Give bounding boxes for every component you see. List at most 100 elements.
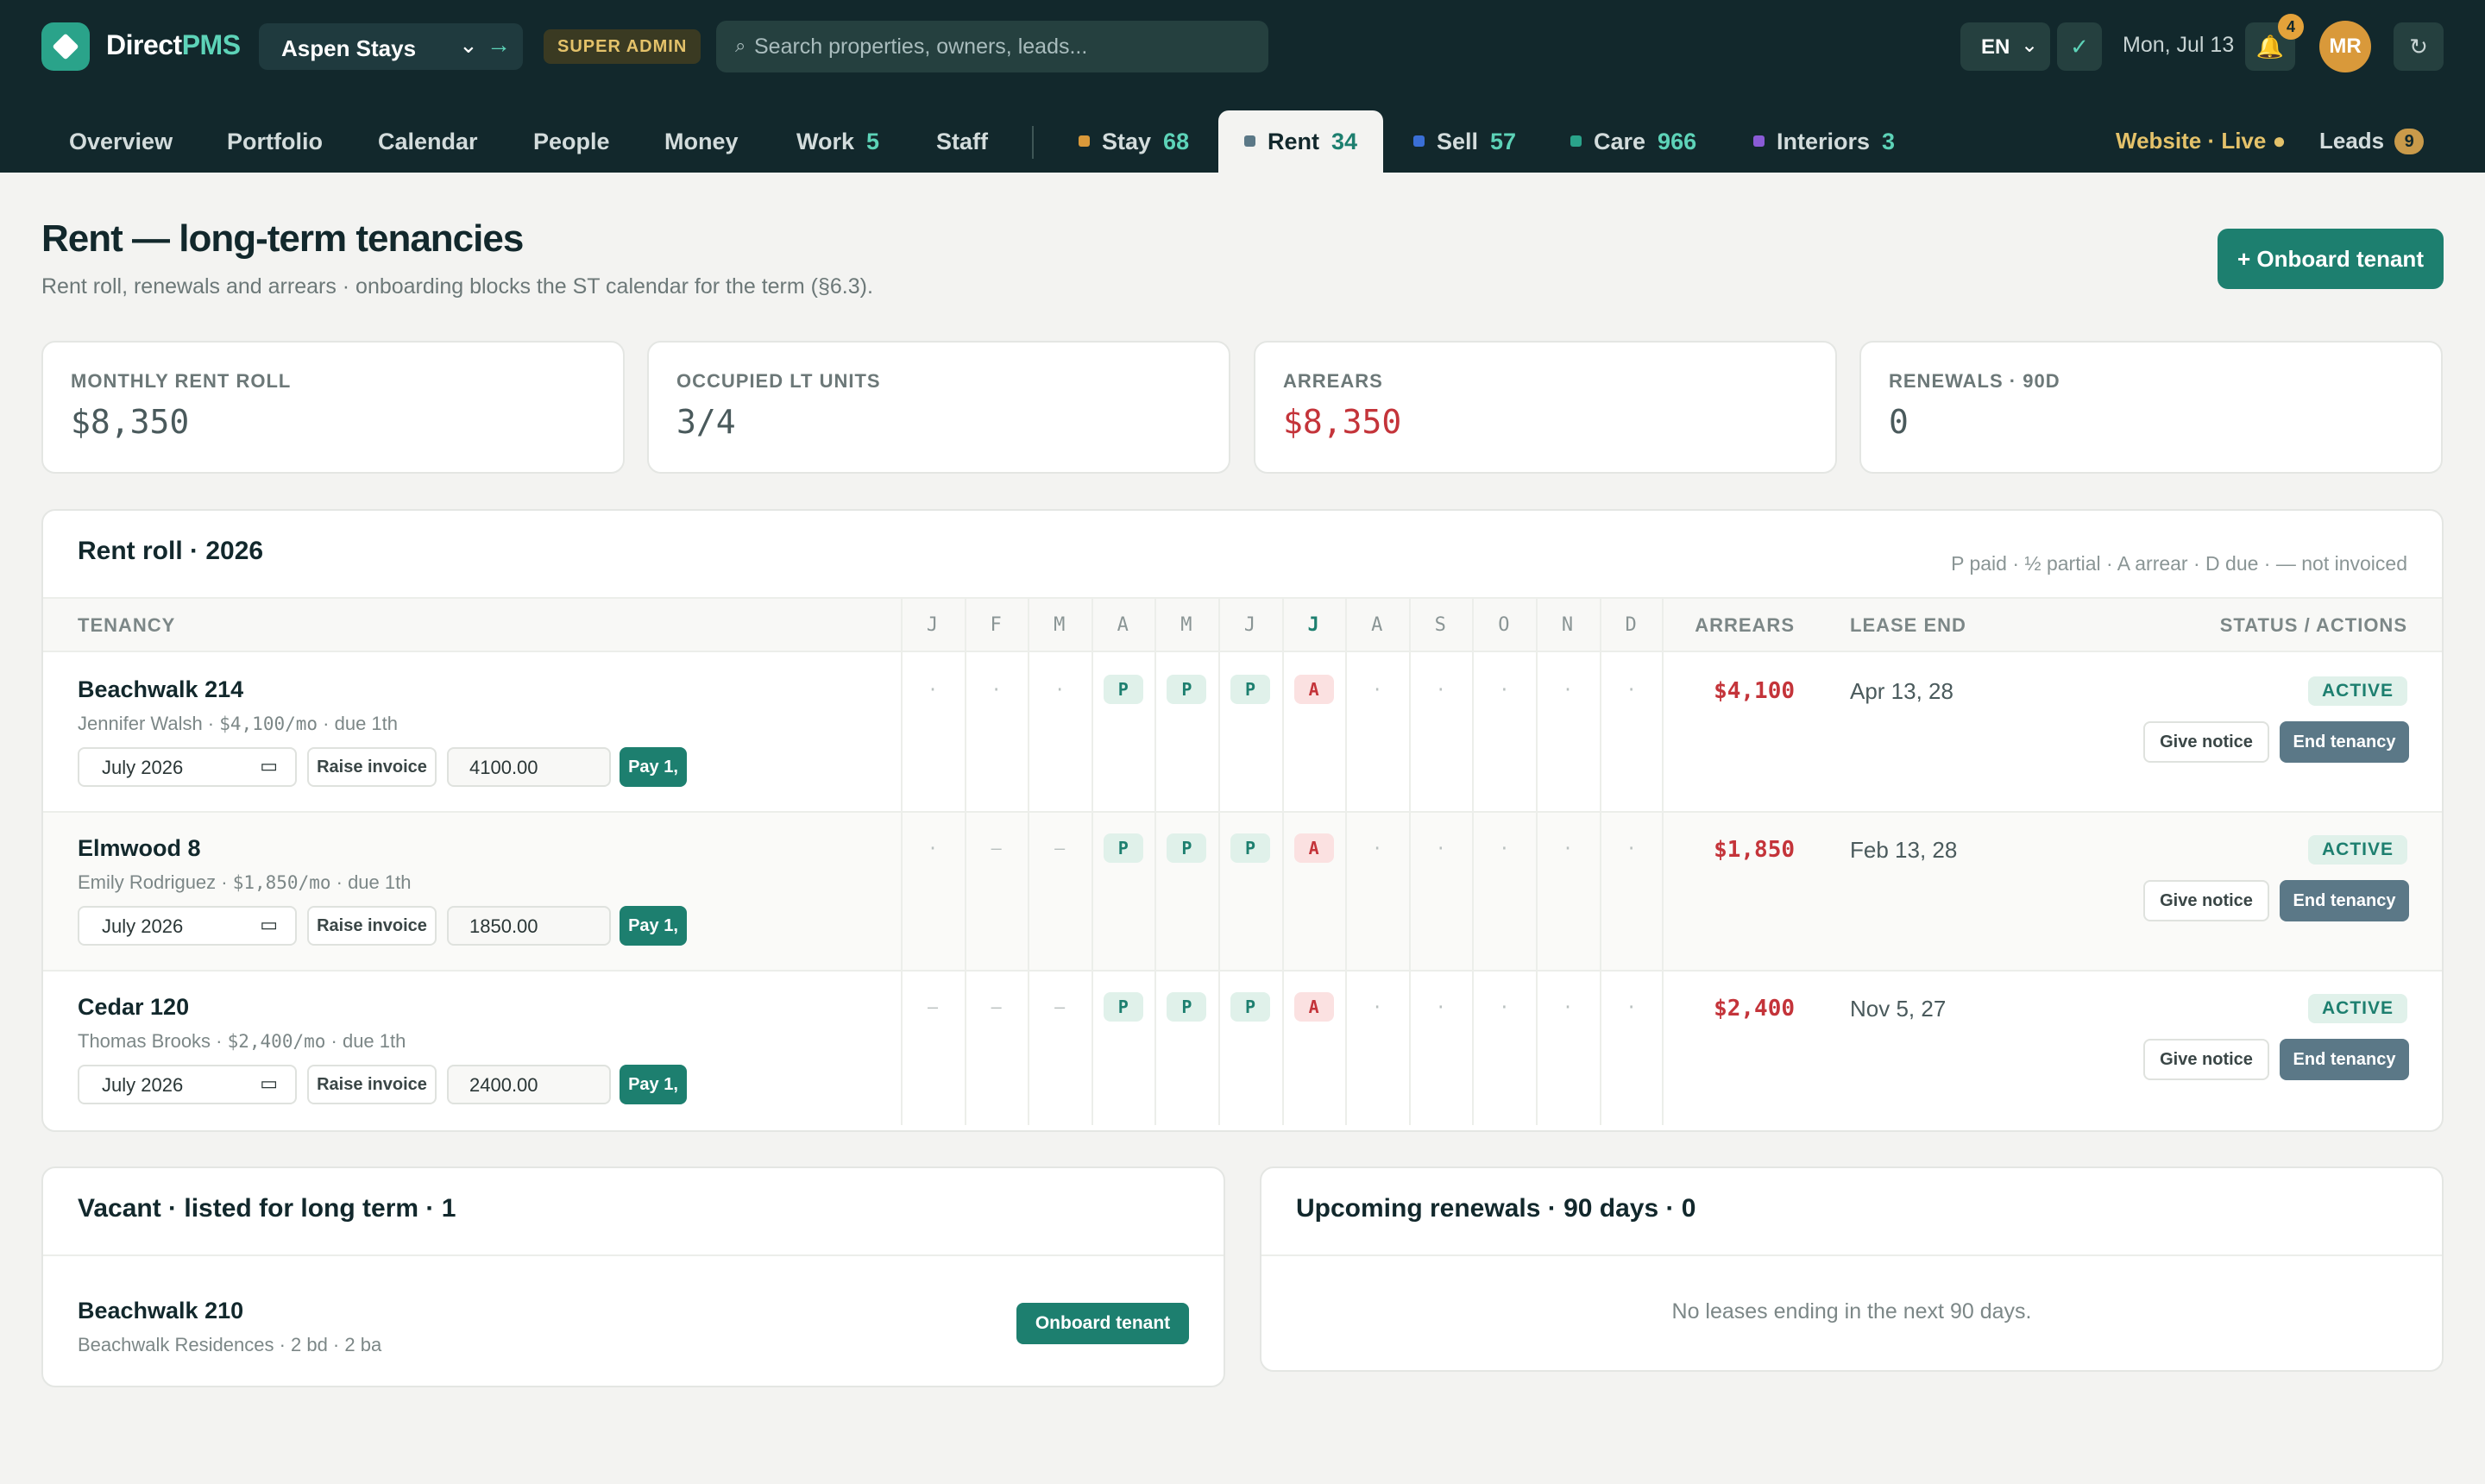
- property-selector[interactable]: Aspen Stays ⌄ →: [259, 23, 523, 70]
- tab-stay[interactable]: Stay 68: [1054, 110, 1213, 173]
- month-column-line: [1408, 597, 1473, 1125]
- tenant-name: Emily Rodriguez ·: [78, 871, 233, 893]
- invoice-month-input[interactable]: July 2026 ▭: [78, 747, 297, 787]
- language-select[interactable]: EN ⌄: [1960, 22, 2050, 71]
- tab-count: 34: [1331, 129, 1358, 154]
- search-input[interactable]: ⌕ Search properties, owners, leads...: [716, 21, 1268, 72]
- month-column-line: [1536, 597, 1600, 1125]
- end-tenancy-button[interactable]: End tenancy: [2280, 1039, 2409, 1080]
- sell-dot-icon: [1413, 135, 1425, 147]
- search-icon: ⌕: [735, 35, 746, 56]
- give-notice-button[interactable]: Give notice: [2143, 1039, 2269, 1080]
- leads-link[interactable]: Leads 9: [2319, 128, 2425, 154]
- tenancy-name[interactable]: Cedar 120: [78, 994, 189, 1021]
- tab-label: Sell: [1437, 129, 1479, 154]
- end-tenancy-button[interactable]: End tenancy: [2280, 721, 2409, 763]
- give-notice-button[interactable]: Give notice: [2143, 721, 2269, 763]
- leads-label: Leads: [2319, 128, 2385, 154]
- tenancy-name[interactable]: Elmwood 8: [78, 835, 201, 862]
- tenancy-meta: Jennifer Walsh · $4,100/mo · due 1th: [78, 713, 398, 735]
- tab-work[interactable]: Work 5: [772, 110, 903, 173]
- brand-name-part2: PMS: [181, 29, 241, 60]
- tab-overview[interactable]: Overview: [45, 110, 197, 173]
- tenancy-name[interactable]: Beachwalk 214: [78, 676, 243, 703]
- due-day: · due 1th: [325, 1030, 406, 1052]
- tab-care[interactable]: Care 966: [1546, 110, 1721, 173]
- arrears-amount: $4,100: [1714, 678, 1795, 704]
- tab-rent[interactable]: Rent 34: [1218, 110, 1384, 173]
- lease-end-date: Feb 13, 28: [1850, 837, 1958, 863]
- rent-dot-icon: [1244, 135, 1255, 147]
- end-tenancy-button[interactable]: End tenancy: [2280, 880, 2409, 921]
- tab-label: Rent: [1268, 129, 1319, 154]
- tenant-name: Jennifer Walsh ·: [78, 713, 220, 734]
- arrears-amount: $2,400: [1714, 996, 1795, 1022]
- raise-invoice-button[interactable]: Raise invoice: [307, 1065, 437, 1104]
- chevron-down-icon: ⌄: [2021, 34, 2039, 57]
- pay-button[interactable]: Pay 1,: [620, 906, 687, 946]
- tab-portfolio[interactable]: Portfolio: [203, 110, 347, 173]
- language-value: EN: [1981, 35, 2010, 59]
- tab-calendar[interactable]: Calendar: [354, 110, 502, 173]
- payment-amount-value: 2400.00: [469, 1074, 538, 1096]
- lease-end-date: Apr 13, 28: [1850, 678, 1953, 704]
- tab-count: 3: [1882, 129, 1896, 154]
- status-badge: ACTIVE: [2307, 994, 2407, 1023]
- kpi-card-renewals: RENEWALS · 90D 0: [1859, 341, 2443, 474]
- rent-roll-legend: P paid · ½ partial · A arrear · D due · …: [1951, 552, 2407, 575]
- tab-people[interactable]: People: [509, 110, 634, 173]
- status-badge: ACTIVE: [2307, 835, 2407, 865]
- tab-interiors[interactable]: Interiors 3: [1729, 110, 1919, 173]
- chevron-down-icon: ⌄: [459, 32, 478, 58]
- kpi-label: OCCUPIED LT UNITS: [676, 370, 881, 392]
- module-tabs: Overview Portfolio Calendar People Money…: [0, 93, 2485, 173]
- vacant-panel: Vacant · listed for long term · 1 Beachw…: [41, 1166, 1225, 1387]
- tab-sell[interactable]: Sell 57: [1389, 110, 1540, 173]
- column-header-status: STATUS / ACTIONS: [2219, 614, 2407, 636]
- tab-money[interactable]: Money: [640, 110, 763, 173]
- invoice-month-value: July 2026: [102, 757, 184, 778]
- refresh-icon[interactable]: ↻: [2394, 22, 2444, 71]
- diamond-logo-icon[interactable]: [41, 22, 90, 71]
- avatar[interactable]: MR: [2319, 21, 2371, 72]
- rent-roll-panel: Rent roll · 2026 P paid · ½ partial · A …: [41, 509, 2444, 1132]
- invoice-month-input[interactable]: July 2026 ▭: [78, 1065, 297, 1104]
- tenant-name: Thomas Brooks ·: [78, 1030, 228, 1052]
- tab-label: Stay: [1102, 129, 1152, 154]
- tenancy-meta: Emily Rodriguez · $1,850/mo · due 1th: [78, 871, 411, 894]
- calendar-icon: ▭: [260, 914, 278, 935]
- check-icon[interactable]: ✓: [2057, 22, 2102, 71]
- give-notice-button[interactable]: Give notice: [2143, 880, 2269, 921]
- raise-invoice-button[interactable]: Raise invoice: [307, 747, 437, 787]
- page-subtitle: Rent roll, renewals and arrears · onboar…: [41, 274, 873, 299]
- tab-count: 5: [866, 129, 880, 154]
- month-column-line: [1472, 597, 1536, 1125]
- tab-count: 966: [1658, 129, 1697, 154]
- status-badge: ACTIVE: [2307, 676, 2407, 706]
- tab-label: Interiors: [1777, 129, 1871, 154]
- month-column-line: [1599, 597, 1664, 1125]
- lease-end-date: Nov 5, 27: [1850, 996, 1947, 1022]
- website-status-link[interactable]: Website · Live ●: [2116, 128, 2286, 154]
- leads-count-badge: 9: [2394, 129, 2425, 154]
- payment-amount-input[interactable]: 1850.00: [447, 906, 611, 946]
- onboard-tenant-button[interactable]: Onboard tenant: [1016, 1303, 1189, 1344]
- raise-invoice-button[interactable]: Raise invoice: [307, 906, 437, 946]
- month-column-line: [1028, 597, 1092, 1125]
- tab-label: Money: [664, 129, 739, 154]
- tab-staff[interactable]: Staff: [912, 110, 1012, 173]
- calendar-icon: ▭: [260, 755, 278, 777]
- monthly-rent: $1,850/mo: [232, 872, 331, 893]
- pay-button[interactable]: Pay 1,: [620, 1065, 687, 1104]
- arrow-right-icon[interactable]: →: [487, 31, 511, 59]
- kpi-value: $8,350: [71, 403, 190, 441]
- brand-name[interactable]: DirectPMS: [106, 29, 241, 61]
- onboard-tenant-button[interactable]: + Onboard tenant: [2218, 229, 2444, 289]
- pay-button[interactable]: Pay 1,: [620, 747, 687, 787]
- monthly-rent: $2,400/mo: [227, 1031, 326, 1052]
- vacant-title: Vacant · listed for long term · 1: [78, 1194, 456, 1223]
- month-column-line: [1281, 597, 1346, 1125]
- payment-amount-input[interactable]: 2400.00: [447, 1065, 611, 1104]
- payment-amount-input[interactable]: 4100.00: [447, 747, 611, 787]
- invoice-month-input[interactable]: July 2026 ▭: [78, 906, 297, 946]
